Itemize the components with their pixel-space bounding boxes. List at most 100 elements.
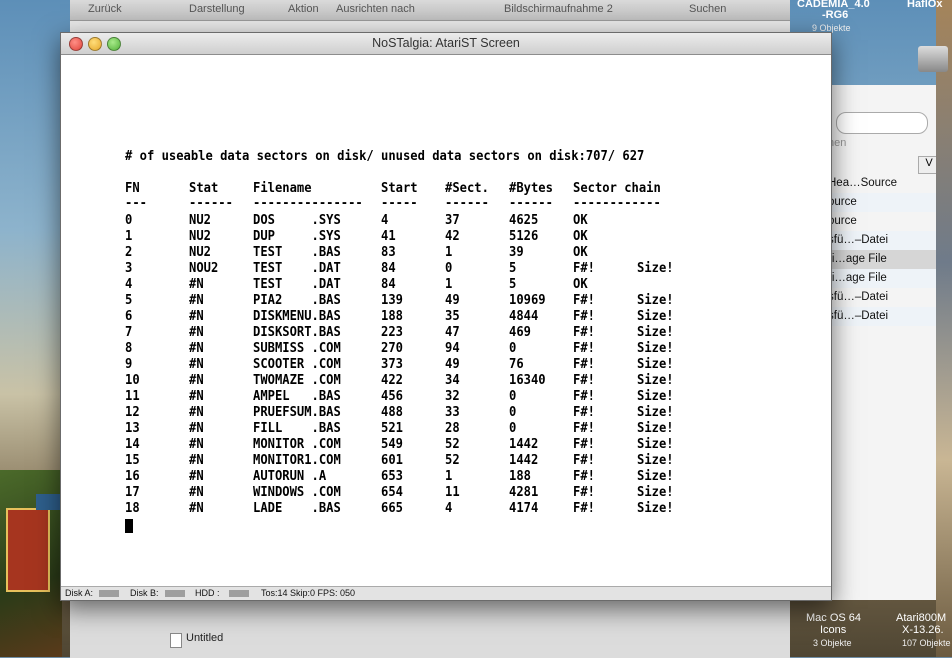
- sector-chain: F#!: [573, 372, 595, 388]
- file-name: MONITOR1.COM: [253, 452, 341, 468]
- list-item[interactable]: Hea…Source: [828, 174, 936, 193]
- desktop-folder-label-2[interactable]: HaflOx: [907, 0, 942, 10]
- sector-chain: F#!: [573, 260, 595, 276]
- document-icon: [170, 633, 182, 648]
- file-sectors: 52: [445, 436, 460, 452]
- file-start: 422: [381, 372, 403, 388]
- size-flag: Size!: [637, 308, 674, 324]
- size-flag: Size!: [637, 388, 674, 404]
- file-sectors: 37: [445, 212, 460, 228]
- file-number: 8: [125, 340, 133, 356]
- back-button[interactable]: Zurück: [88, 3, 122, 15]
- hdd-label: HDD :: [195, 588, 220, 598]
- disk-a-indicator: [99, 590, 119, 597]
- desktop-folder-count-4: 107 Objekte: [902, 638, 951, 648]
- list-item[interactable]: ri…age File: [828, 269, 936, 288]
- desktop-folder-label-3-line2: Icons: [820, 624, 847, 636]
- file-sectors: 35: [445, 308, 460, 324]
- file-sectors: 47: [445, 324, 460, 340]
- list-item[interactable]: ource: [828, 212, 936, 231]
- file-number: 6: [125, 308, 133, 324]
- file-name: WINDOWS .COM: [253, 484, 341, 500]
- size-flag: Size!: [637, 372, 674, 388]
- file-number: 14: [125, 436, 140, 452]
- file-bytes: 5126: [509, 228, 539, 244]
- column-underline: ------: [445, 195, 489, 211]
- list-item[interactable]: sfü…–Datei: [828, 307, 936, 326]
- file-bytes: 10969: [509, 292, 546, 308]
- size-flag: Size!: [637, 340, 674, 356]
- desktop-wallpaper-sign-small: [36, 494, 62, 510]
- drive-icon[interactable]: [918, 46, 948, 72]
- list-item[interactable]: sfü…–Datei: [828, 231, 936, 250]
- list-item[interactable]: ri…age File: [828, 250, 936, 269]
- size-flag: Size!: [637, 404, 674, 420]
- untitled-file[interactable]: Untitled: [186, 632, 223, 644]
- column-header: Stat: [189, 180, 219, 196]
- list-item[interactable]: sfü…–Datei: [828, 288, 936, 307]
- file-status: #N: [189, 356, 204, 372]
- file-status: #N: [189, 276, 204, 292]
- size-flag: Size!: [637, 292, 674, 308]
- file-number: 13: [125, 420, 140, 436]
- window-titlebar[interactable]: NoSTalgia: AtariST Screen: [61, 33, 831, 55]
- disk-b-label: Disk B:: [130, 588, 159, 598]
- list-item[interactable]: ource: [828, 193, 936, 212]
- file-name: AMPEL .BAS: [253, 388, 341, 404]
- arrange-button[interactable]: Ausrichten nach: [336, 3, 415, 15]
- sector-chain: F#!: [573, 356, 595, 372]
- file-status: #N: [189, 484, 204, 500]
- file-status: #N: [189, 340, 204, 356]
- file-status: #N: [189, 436, 204, 452]
- size-flag: Size!: [637, 356, 674, 372]
- file-name: TEST .DAT: [253, 260, 341, 276]
- disk-a-label: Disk A:: [65, 588, 94, 598]
- desktop-right-edge: [936, 0, 952, 657]
- text-cursor: [125, 519, 133, 533]
- desktop-folder-label-4[interactable]: Atari800M: [896, 612, 946, 624]
- view-button[interactable]: Darstellung: [189, 3, 245, 15]
- sector-chain: F#!: [573, 500, 595, 516]
- action-button[interactable]: Aktion: [288, 3, 319, 15]
- file-name: FILL .BAS: [253, 420, 341, 436]
- sector-chain: OK: [573, 228, 588, 244]
- finder-title: Bildschirmaufnahme 2: [504, 3, 613, 15]
- file-sectors: 49: [445, 356, 460, 372]
- file-number: 7: [125, 324, 133, 340]
- atari-screen[interactable]: # of useable data sectors on disk/ unuse…: [61, 55, 831, 586]
- file-sectors: 94: [445, 340, 460, 356]
- size-flag: Size!: [637, 324, 674, 340]
- sector-chain: F#!: [573, 484, 595, 500]
- file-start: 456: [381, 388, 403, 404]
- sector-chain: F#!: [573, 436, 595, 452]
- file-number: 5: [125, 292, 133, 308]
- file-number: 1: [125, 228, 133, 244]
- file-status: #N: [189, 324, 204, 340]
- file-bytes: 188: [509, 468, 531, 484]
- side-search-input[interactable]: [836, 112, 928, 134]
- search-button[interactable]: Suchen: [689, 3, 726, 15]
- desktop-folder-label-3[interactable]: Mac OS 64: [806, 612, 861, 624]
- sector-chain: F#!: [573, 420, 595, 436]
- file-status: #N: [189, 420, 204, 436]
- file-sectors: 42: [445, 228, 460, 244]
- file-start: 601: [381, 452, 403, 468]
- file-bytes: 0: [509, 340, 517, 356]
- file-number: 17: [125, 484, 140, 500]
- file-start: 654: [381, 484, 403, 500]
- column-header: Sector chain: [573, 180, 661, 196]
- sector-chain: F#!: [573, 468, 595, 484]
- file-name: SCOOTER .COM: [253, 356, 341, 372]
- file-start: 373: [381, 356, 403, 372]
- file-sectors: 0: [445, 260, 453, 276]
- file-start: 665: [381, 500, 403, 516]
- sector-chain: F#!: [573, 324, 595, 340]
- file-start: 488: [381, 404, 403, 420]
- file-sectors: 11: [445, 484, 460, 500]
- sector-chain: F#!: [573, 292, 595, 308]
- sector-chain: OK: [573, 276, 588, 292]
- file-sectors: 33: [445, 404, 460, 420]
- sector-chain: F#!: [573, 452, 595, 468]
- size-flag: Size!: [637, 452, 674, 468]
- file-start: 84: [381, 260, 396, 276]
